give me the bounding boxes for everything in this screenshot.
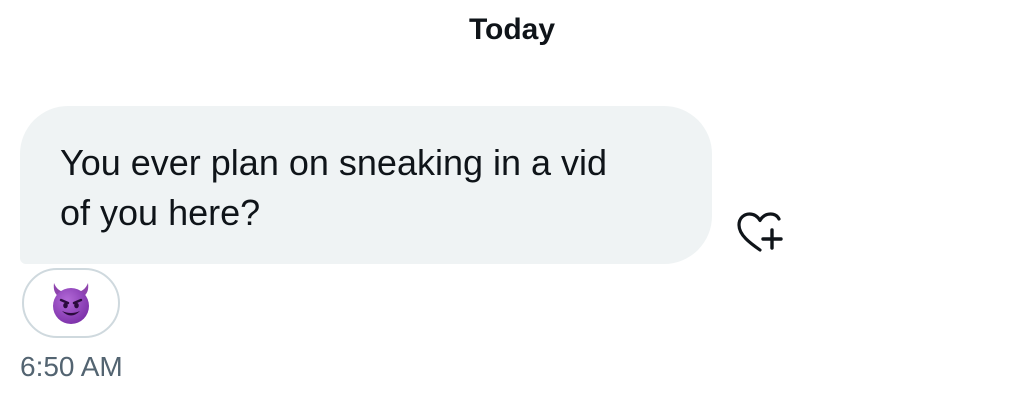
reaction-badge[interactable] — [22, 268, 120, 338]
message-timestamp: 6:50 AM — [20, 351, 123, 382]
date-separator: Today — [468, 13, 556, 46]
message-text-line-1: You ever plan on sneaking in a vid — [60, 142, 608, 183]
smiling-devil-icon — [53, 283, 89, 324]
heart-plus-icon — [737, 212, 783, 252]
add-reaction-button[interactable] — [736, 210, 786, 256]
message-bubble[interactable]: You ever plan on sneaking in a vid of yo… — [20, 106, 712, 264]
message-text-line-2: of you here? — [60, 192, 261, 233]
